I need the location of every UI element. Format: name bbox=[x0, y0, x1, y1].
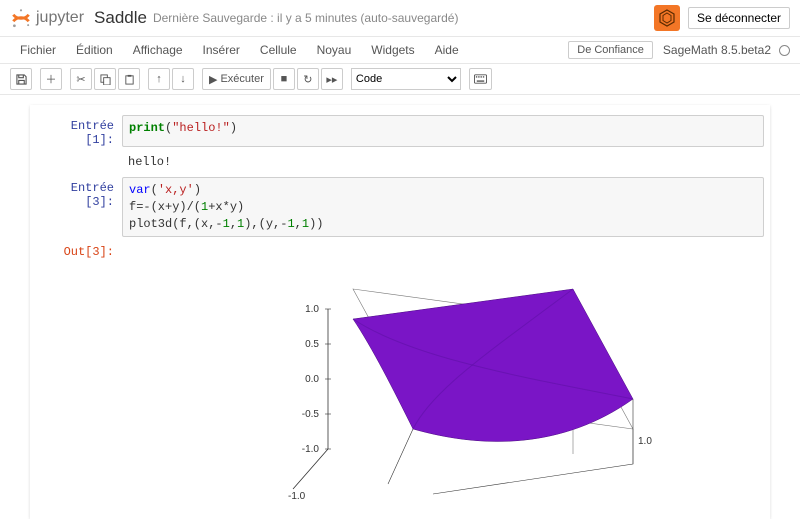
kernel-logo[interactable] bbox=[654, 5, 680, 31]
menu-insérer[interactable]: Insérer bbox=[193, 37, 250, 63]
code-input[interactable]: var('x,y') f=-(x+y)/(1+x*y) plot3d(f,(x,… bbox=[122, 177, 764, 237]
menu-affichage[interactable]: Affichage bbox=[123, 37, 193, 63]
restart-icon: ↻ bbox=[303, 73, 312, 86]
svg-text:-1.0: -1.0 bbox=[288, 491, 306, 502]
input-prompt: Entrée [1]: bbox=[36, 115, 122, 147]
save-button[interactable] bbox=[10, 68, 32, 90]
svg-text:0.5: 0.5 bbox=[305, 339, 319, 350]
svg-text:1.0: 1.0 bbox=[305, 304, 319, 315]
output-cell: Out[3]: -1.0 -0.5 0.0 0.5 1.0 -1.0 1.0 bbox=[30, 239, 770, 511]
plot3d-output[interactable]: -1.0 -0.5 0.0 0.5 1.0 -1.0 1.0 bbox=[122, 241, 764, 509]
logout-button[interactable]: Se déconnecter bbox=[688, 7, 790, 29]
menubar: FichierÉditionAffichageInsérerCelluleNoy… bbox=[0, 37, 800, 64]
trusted-indicator[interactable]: De Confiance bbox=[568, 41, 653, 59]
logo-text: jupyter bbox=[36, 9, 84, 27]
kernel-name[interactable]: SageMath 8.5.beta2 bbox=[663, 43, 775, 57]
restart-button[interactable]: ↻ bbox=[297, 68, 319, 90]
input-prompt: Entrée [3]: bbox=[36, 177, 122, 237]
notebook-name[interactable]: Saddle bbox=[94, 8, 147, 28]
code-input[interactable]: print("hello!") bbox=[122, 115, 764, 147]
menu-aide[interactable]: Aide bbox=[425, 37, 469, 63]
code-cell[interactable]: Entrée [3]:var('x,y') f=-(x+y)/(1+x*y) p… bbox=[30, 175, 770, 239]
menu-édition[interactable]: Édition bbox=[66, 37, 123, 63]
arrow-down-icon: ↓ bbox=[180, 73, 186, 85]
copy-button[interactable] bbox=[94, 68, 116, 90]
paste-icon bbox=[124, 74, 135, 85]
add-cell-button[interactable]: ＋ bbox=[40, 68, 62, 90]
output-cell: hello! bbox=[30, 149, 770, 175]
toolbar: ＋ ✂ ↑ ↓ ▶Exécuter ■ ↻ ▸▸ Code bbox=[0, 64, 800, 95]
svg-text:-0.5: -0.5 bbox=[302, 409, 320, 420]
kernel-busy-indicator bbox=[779, 45, 790, 56]
cut-button[interactable]: ✂ bbox=[70, 68, 92, 90]
notebook-container: Entrée [1]:print("hello!")hello!Entrée [… bbox=[30, 105, 770, 519]
copy-icon bbox=[100, 74, 111, 85]
menu-fichier[interactable]: Fichier bbox=[10, 37, 66, 63]
svg-text:-1.0: -1.0 bbox=[302, 444, 320, 455]
fast-forward-icon: ▸▸ bbox=[326, 73, 337, 86]
svg-text:0.0: 0.0 bbox=[305, 374, 319, 385]
stop-icon: ■ bbox=[281, 73, 288, 85]
stdout-output: hello! bbox=[122, 151, 764, 173]
paste-button[interactable] bbox=[118, 68, 140, 90]
run-icon: ▶ bbox=[209, 73, 217, 86]
save-status: Dernière Sauvegarde : il y a 5 minutes (… bbox=[153, 11, 459, 25]
move-down-button[interactable]: ↓ bbox=[172, 68, 194, 90]
interrupt-button[interactable]: ■ bbox=[273, 68, 295, 90]
menu-widgets[interactable]: Widgets bbox=[361, 37, 424, 63]
move-up-button[interactable]: ↑ bbox=[148, 68, 170, 90]
jupyter-icon bbox=[10, 7, 32, 29]
command-palette-button[interactable] bbox=[469, 68, 492, 90]
keyboard-icon bbox=[474, 74, 487, 84]
cell-type-select[interactable]: Code bbox=[351, 68, 461, 90]
run-button[interactable]: ▶Exécuter bbox=[202, 68, 271, 90]
arrow-up-icon: ↑ bbox=[156, 73, 162, 85]
cut-icon: ✂ bbox=[76, 73, 85, 86]
menu-noyau[interactable]: Noyau bbox=[307, 37, 362, 63]
run-label: Exécuter bbox=[220, 73, 263, 85]
sage-icon bbox=[657, 8, 677, 28]
output-prompt: Out[3]: bbox=[36, 241, 122, 509]
plus-icon: ＋ bbox=[46, 71, 57, 87]
header-bar: jupyter Saddle Dernière Sauvegarde : il … bbox=[0, 0, 800, 37]
menu-cellule[interactable]: Cellule bbox=[250, 37, 307, 63]
restart-run-all-button[interactable]: ▸▸ bbox=[321, 68, 343, 90]
save-icon bbox=[16, 74, 27, 85]
jupyter-logo[interactable]: jupyter bbox=[10, 7, 84, 29]
code-cell[interactable]: Entrée [1]:print("hello!") bbox=[30, 113, 770, 149]
svg-text:1.0: 1.0 bbox=[638, 436, 652, 447]
